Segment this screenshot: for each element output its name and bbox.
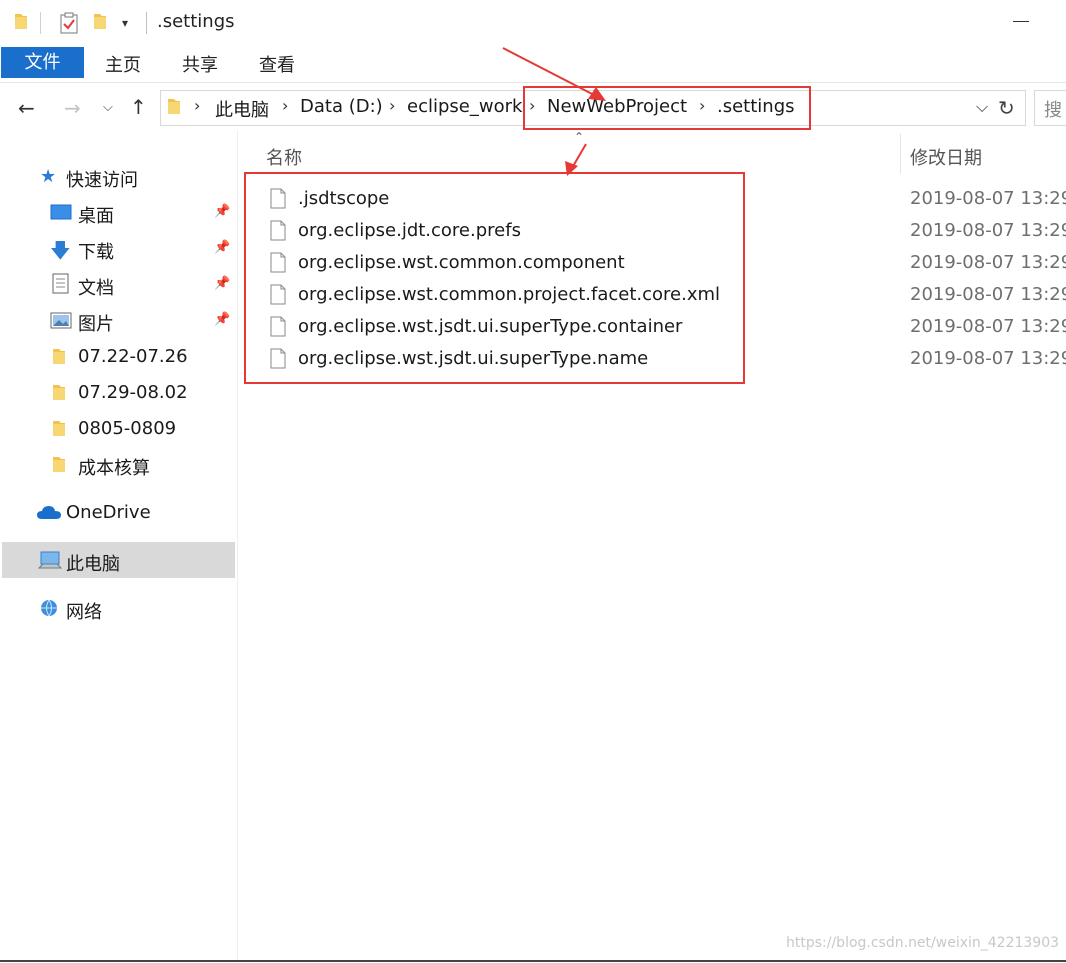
qa-customize-dropdown-icon[interactable]: ▾	[122, 16, 128, 30]
breadcrumb-chevron-icon[interactable]: ›	[194, 96, 200, 115]
breadcrumb-this-pc[interactable]: 此电脑	[215, 96, 269, 122]
pictures-icon	[50, 312, 72, 329]
onedrive-cloud-icon	[37, 506, 61, 519]
search-placeholder: 搜	[1044, 100, 1062, 121]
pin-icon[interactable]: 📌	[214, 276, 230, 291]
breadcrumb-eclipse-work[interactable]: eclipse_work	[407, 96, 522, 117]
tab-home[interactable]: 主页	[105, 51, 141, 77]
refresh-icon[interactable]: ↻	[998, 96, 1015, 120]
tab-file[interactable]: 文件	[1, 47, 84, 78]
title-separator	[146, 12, 147, 34]
pin-icon[interactable]: 📌	[214, 240, 230, 255]
nav-documents[interactable]: 文档	[78, 274, 114, 300]
star-icon: ★	[40, 166, 57, 187]
bottom-border	[0, 960, 1066, 962]
pin-icon[interactable]: 📌	[214, 312, 230, 327]
nav-pictures[interactable]: 图片	[78, 310, 114, 336]
breadcrumb-chevron-icon[interactable]: ›	[282, 96, 288, 115]
tab-share[interactable]: 共享	[182, 51, 218, 77]
network-icon	[41, 599, 57, 617]
pin-icon[interactable]: 📌	[214, 204, 230, 219]
file-date: 2019-08-07 13:29	[910, 188, 1066, 209]
nav-folder-0805[interactable]: 0805-0809	[78, 418, 176, 439]
ribbon-bar	[0, 44, 1066, 83]
annotation-box-files	[244, 172, 745, 384]
qa-separator	[40, 12, 41, 34]
folder-icon	[15, 14, 27, 29]
file-date: 2019-08-07 13:29	[910, 284, 1066, 305]
desktop-icon	[50, 204, 72, 220]
tab-view[interactable]: 查看	[259, 51, 295, 77]
nav-folder-cost-accounting[interactable]: 成本核算	[78, 454, 150, 480]
folder-icon	[53, 385, 65, 400]
document-icon	[52, 273, 69, 294]
breadcrumb-drive[interactable]: Data (D:)	[300, 96, 383, 117]
breadcrumb-chevron-icon[interactable]: ›	[389, 96, 395, 115]
column-divider[interactable]	[900, 134, 901, 174]
file-date: 2019-08-07 13:29	[910, 252, 1066, 273]
column-header-name[interactable]: 名称	[266, 144, 302, 170]
file-date: 2019-08-07 13:29	[910, 220, 1066, 241]
folder-icon	[53, 421, 65, 436]
up-arrow-icon[interactable]: ↑	[130, 95, 147, 119]
nav-downloads[interactable]: 下载	[78, 238, 114, 264]
annotation-arrow-line	[571, 143, 587, 169]
recent-locations-chevron-icon[interactable]: ⌵	[103, 100, 113, 115]
nav-folder-0722[interactable]: 07.22-07.26	[78, 346, 188, 367]
address-dropdown-chevron-icon[interactable]: ⌵	[976, 97, 988, 117]
forward-arrow-icon[interactable]: →	[64, 96, 81, 120]
nav-this-pc[interactable]: 此电脑	[66, 550, 120, 576]
properties-icon[interactable]	[60, 12, 78, 34]
nav-folder-0729[interactable]: 07.29-08.02	[78, 382, 188, 403]
minimize-icon[interactable]	[1013, 21, 1029, 22]
nav-quick-access[interactable]: 快速访问	[66, 166, 138, 192]
sort-ascending-icon: ⌃	[574, 130, 585, 144]
folder-icon	[168, 99, 180, 114]
annotation-box-breadcrumb	[523, 86, 811, 130]
back-arrow-icon[interactable]: ←	[18, 96, 35, 120]
file-date: 2019-08-07 13:29	[910, 316, 1066, 337]
window-title: .settings	[157, 11, 235, 32]
folder-icon	[53, 349, 65, 364]
folder-icon	[53, 457, 65, 472]
this-pc-icon	[38, 551, 62, 569]
watermark: https://blog.csdn.net/weixin_42213903	[786, 935, 1060, 951]
new-folder-icon[interactable]	[93, 12, 107, 30]
nav-desktop[interactable]: 桌面	[78, 202, 114, 228]
file-date: 2019-08-07 13:29	[910, 348, 1066, 369]
nav-onedrive[interactable]: OneDrive	[66, 502, 151, 523]
nav-network[interactable]: 网络	[66, 598, 102, 624]
download-arrow-icon: 🡇	[50, 238, 71, 262]
column-header-modified[interactable]: 修改日期	[910, 144, 982, 170]
